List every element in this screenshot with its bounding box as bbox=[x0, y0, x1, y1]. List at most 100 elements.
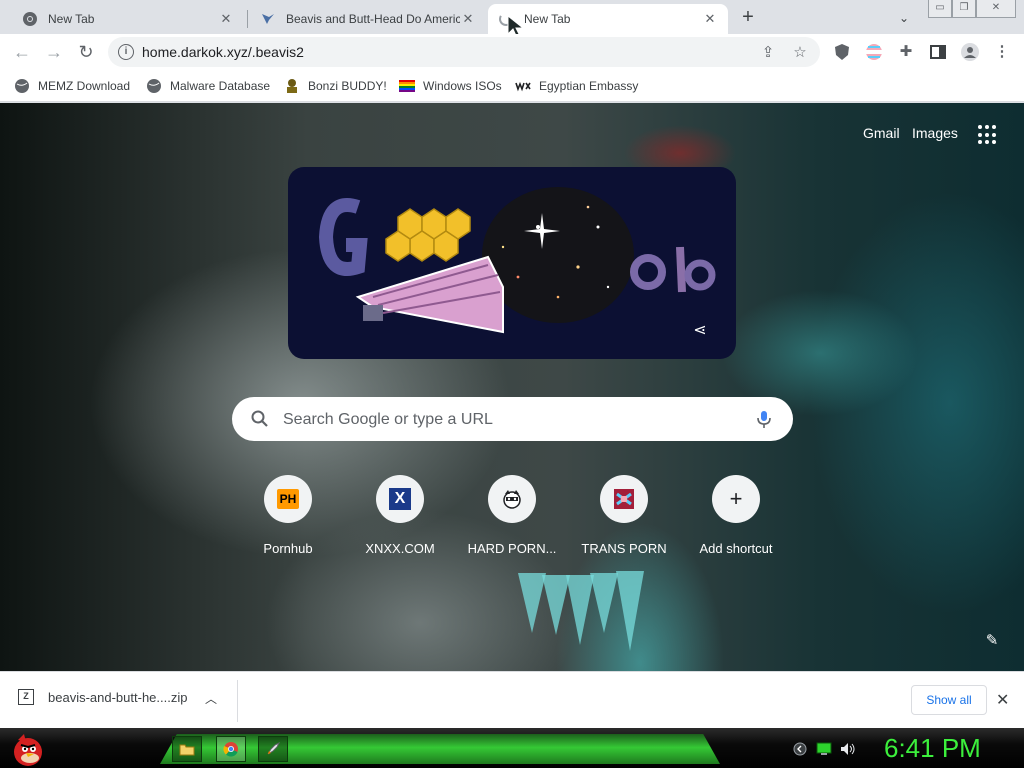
microphone-icon[interactable] bbox=[754, 409, 774, 429]
shortcut-label: TRANS PORN bbox=[581, 541, 667, 556]
profile-avatar-icon[interactable] bbox=[960, 42, 980, 62]
minimize-button[interactable]: ▭ bbox=[928, 0, 952, 18]
shortcut-icon-circle bbox=[600, 475, 648, 523]
new-tab-page: Gmail Images ⋖ Search Google or type a U… bbox=[0, 103, 1024, 671]
pornhub-logo-icon: PH bbox=[276, 489, 300, 509]
toolbar: ← → ↻ i home.darkok.xyz/.beavis2 ⇪ ☆ ✚ ⋮ bbox=[0, 34, 1024, 70]
gmail-link[interactable]: Gmail bbox=[863, 125, 900, 141]
bookmarks-bar: MEMZ Download Malware Database Bonzi BUD… bbox=[0, 70, 1024, 102]
restore-button[interactable]: ❐ bbox=[952, 0, 976, 18]
shortcut-hard-porn[interactable]: HARD PORN... bbox=[456, 475, 568, 565]
globe-icon bbox=[147, 79, 161, 93]
forward-button[interactable]: → bbox=[42, 40, 66, 64]
download-shelf: Z beavis-and-butt-he....zip ︿ Show all ✕ bbox=[0, 671, 1024, 728]
tray-expand-icon[interactable] bbox=[792, 742, 808, 756]
shortcut-icon-circle: PH bbox=[264, 475, 312, 523]
plus-icon: + bbox=[729, 486, 743, 511]
trans-flag-extension-icon[interactable] bbox=[864, 42, 884, 62]
download-options-chevron-icon[interactable]: ︿ bbox=[205, 690, 217, 707]
extensions-puzzle-icon[interactable]: ✚ bbox=[896, 42, 916, 62]
tab-title: New Tab bbox=[524, 12, 571, 26]
ublock-extension-icon[interactable] bbox=[832, 42, 852, 62]
google-apps-icon[interactable] bbox=[978, 125, 998, 145]
add-shortcut-button[interactable]: + Add shortcut bbox=[680, 475, 792, 565]
shortcut-icon-circle bbox=[488, 475, 536, 523]
window-close-button[interactable]: ✕ bbox=[976, 0, 1016, 18]
tab-close-button[interactable]: ✕ bbox=[218, 11, 234, 27]
chrome-icon bbox=[223, 742, 238, 757]
close-download-shelf-button[interactable]: ✕ bbox=[996, 690, 1009, 710]
shortcut-xnxx[interactable]: X XNXX.COM bbox=[344, 475, 456, 565]
tab-new-tab-1[interactable]: New Tab ✕ bbox=[12, 4, 244, 34]
globe-icon bbox=[15, 79, 29, 93]
tab-separator bbox=[247, 10, 248, 28]
raccoon-logo-icon bbox=[503, 490, 521, 509]
taskbar-file-explorer[interactable] bbox=[172, 736, 202, 762]
taskbar-clock: 6:41 PM bbox=[884, 733, 981, 763]
rocket-icon bbox=[267, 741, 281, 755]
bookmark-label: Windows ISOs bbox=[423, 79, 502, 93]
menu-kebab-icon[interactable]: ⋮ bbox=[992, 42, 1012, 62]
bookmark-label: Egyptian Embassy bbox=[539, 79, 639, 93]
network-monitor-icon[interactable] bbox=[816, 742, 832, 756]
background-fang-decoration bbox=[616, 571, 644, 651]
share-doodle-icon[interactable]: ⋖ bbox=[686, 317, 714, 345]
shortcut-label: XNXX.COM bbox=[365, 541, 435, 556]
chrome-icon bbox=[23, 12, 37, 26]
taskbar: 6:41 PM bbox=[0, 728, 1024, 768]
search-box[interactable]: Search Google or type a URL bbox=[232, 397, 793, 441]
bookmark-egyptian-embassy[interactable]: Egyptian Embassy bbox=[515, 76, 638, 96]
zip-file-icon: Z bbox=[18, 689, 34, 705]
background-fang-decoration bbox=[590, 573, 618, 633]
beavis-site-icon bbox=[262, 14, 274, 24]
folder-icon bbox=[179, 744, 195, 756]
bookmark-star-icon[interactable]: ☆ bbox=[790, 43, 810, 63]
doodle-telescope-image bbox=[318, 187, 716, 334]
back-button[interactable]: ← bbox=[10, 40, 34, 64]
taskbar-rocket-app[interactable] bbox=[258, 736, 288, 762]
reload-button[interactable]: ↻ bbox=[74, 40, 98, 64]
bookmark-label: Malware Database bbox=[170, 79, 271, 93]
tab-strip: New Tab ✕ Beavis and Butt-Head Do Americ… bbox=[0, 0, 1024, 39]
shortcut-label: HARD PORN... bbox=[467, 541, 557, 556]
address-bar[interactable]: i home.darkok.xyz/.beavis2 ⇪ ☆ bbox=[108, 37, 820, 67]
site-info-icon[interactable]: i bbox=[118, 44, 134, 60]
bookmark-memz[interactable]: MEMZ Download bbox=[14, 76, 130, 96]
start-button-angry-bird-icon[interactable] bbox=[8, 730, 48, 768]
search-icon bbox=[251, 410, 268, 427]
taskbar-chrome[interactable] bbox=[216, 736, 246, 762]
trans-site-logo-icon bbox=[614, 489, 634, 509]
shortcut-label: Add shortcut bbox=[699, 541, 773, 556]
download-filename: beavis-and-butt-he....zip bbox=[48, 689, 188, 705]
shortcut-icon-circle: + bbox=[712, 475, 760, 523]
tab-close-button[interactable]: ✕ bbox=[460, 11, 476, 27]
bookmark-windows-isos[interactable]: Windows ISOs bbox=[399, 76, 502, 96]
shortcut-trans-porn[interactable]: TRANS PORN bbox=[568, 475, 680, 565]
shortcut-icon-circle: X bbox=[376, 475, 424, 523]
shortcut-pornhub[interactable]: PH Pornhub bbox=[232, 475, 344, 565]
bookmark-bonzi-buddy[interactable]: Bonzi BUDDY! bbox=[284, 76, 387, 96]
xnxx-logo-icon: X bbox=[389, 488, 411, 510]
download-separator bbox=[237, 680, 238, 722]
bookmark-malware-database[interactable]: Malware Database bbox=[146, 76, 270, 96]
new-tab-button[interactable]: + bbox=[736, 6, 760, 30]
search-placeholder[interactable]: Search Google or type a URL bbox=[283, 411, 493, 429]
tab-title: New Tab bbox=[48, 12, 95, 26]
customize-pencil-icon[interactable]: ✎ bbox=[982, 631, 1002, 651]
google-doodle[interactable]: ⋖ bbox=[288, 167, 736, 359]
tab-title: Beavis and Butt-Head Do America bbox=[286, 12, 460, 26]
images-link[interactable]: Images bbox=[912, 125, 958, 141]
download-item[interactable]: Z beavis-and-butt-he....zip bbox=[18, 689, 187, 705]
show-all-downloads-button[interactable]: Show all bbox=[911, 685, 987, 715]
rainbow-flag-icon bbox=[399, 80, 415, 92]
side-panel-icon[interactable] bbox=[928, 42, 948, 62]
bookmark-label: MEMZ Download bbox=[38, 79, 131, 93]
tab-search-button[interactable]: ⌄ bbox=[894, 8, 914, 28]
bookmark-label: Bonzi BUDDY! bbox=[308, 79, 387, 93]
tab-beavis[interactable]: Beavis and Butt-Head Do America ✕ bbox=[250, 4, 486, 34]
tab-close-button[interactable]: ✕ bbox=[702, 11, 718, 27]
volume-speaker-icon[interactable] bbox=[840, 742, 856, 756]
share-page-icon[interactable]: ⇪ bbox=[758, 43, 778, 63]
url-text[interactable]: home.darkok.xyz/.beavis2 bbox=[142, 44, 304, 60]
bonzi-gorilla-icon bbox=[287, 79, 297, 93]
